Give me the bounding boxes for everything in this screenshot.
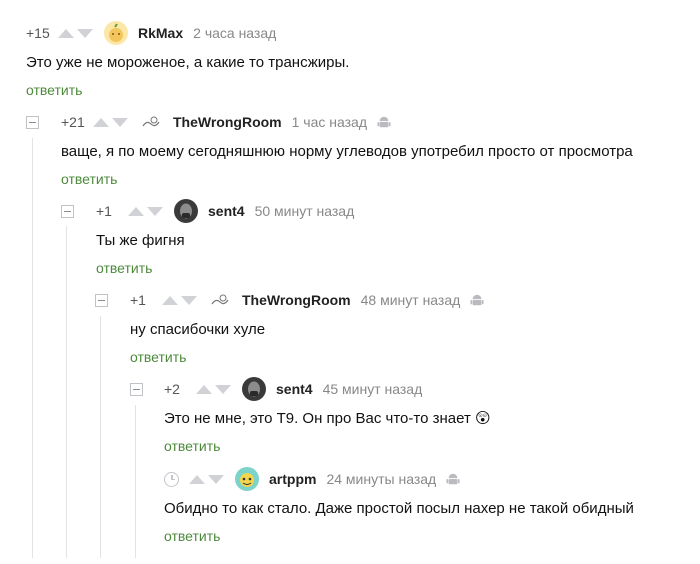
reply-link[interactable]: ответить	[26, 82, 82, 98]
comment-time[interactable]: 1 час назад	[292, 114, 367, 130]
comment-header: +15 RkMax 2 часа назад	[26, 21, 349, 45]
avatar[interactable]	[242, 377, 266, 401]
android-icon	[470, 294, 484, 306]
thread-line-level-2	[66, 226, 67, 558]
comment-time[interactable]: 50 минут назад	[255, 203, 355, 219]
author-name[interactable]: sent4	[208, 203, 245, 219]
reply-link[interactable]: ответить	[164, 438, 220, 454]
comment-rating: +1	[130, 292, 146, 308]
android-icon	[446, 473, 460, 485]
collapse-button[interactable]	[95, 294, 108, 307]
clock-icon	[164, 471, 179, 487]
thread-line-level-4	[135, 405, 136, 558]
avatar-face-icon	[180, 203, 192, 219]
vote-up-icon[interactable]	[93, 117, 109, 127]
avatar-fruit-icon	[109, 23, 123, 42]
comment-header: +1 TheWrongRoom 48 минут назад	[130, 289, 484, 311]
vote-controls	[128, 206, 166, 216]
comment-sent4-2: +2 sent4 45 минут назад Это не мне, это …	[164, 377, 491, 456]
vote-down-icon[interactable]	[208, 474, 224, 484]
comment-rating: +2	[164, 381, 180, 397]
vote-up-icon[interactable]	[189, 474, 205, 484]
vote-up-icon[interactable]	[128, 206, 144, 216]
comment-header: +21 TheWrongRoom 1 час назад	[61, 111, 633, 133]
avatar[interactable]	[208, 288, 232, 312]
comment-sent4-1: +1 sent4 50 минут назад Ты же фигня отве…	[96, 199, 364, 278]
comment-time[interactable]: 45 минут назад	[323, 381, 423, 397]
reply-link[interactable]: ответить	[61, 171, 117, 187]
vote-up-icon[interactable]	[162, 295, 178, 305]
comment-time[interactable]: 24 минуты назад	[326, 471, 436, 487]
vote-up-icon[interactable]	[58, 28, 74, 38]
avatar-sketch-icon	[211, 294, 229, 305]
vote-down-icon[interactable]	[215, 384, 231, 394]
collapse-button[interactable]	[130, 383, 143, 396]
author-name[interactable]: sent4	[276, 381, 313, 397]
vote-controls	[196, 384, 234, 394]
vote-controls	[189, 474, 227, 484]
collapse-button[interactable]	[26, 116, 39, 129]
surprised-emoji-icon: 😲	[475, 410, 491, 427]
reply-link[interactable]: ответить	[130, 349, 186, 365]
comment-text: Это уже не мороженое, а какие то трансжи…	[26, 54, 350, 71]
avatar[interactable]	[139, 110, 163, 134]
comment-rkmax: +15 RkMax 2 часа назад Это уже не мороже…	[26, 21, 350, 100]
comment-thewrongroom-1: +21 TheWrongRoom 1 час назад ваще, я по …	[61, 111, 633, 189]
comment-rating: +15	[26, 25, 50, 41]
vote-down-icon[interactable]	[147, 206, 163, 216]
comment-text: ну спасибочки хуле	[130, 321, 266, 338]
vote-down-icon[interactable]	[77, 28, 93, 38]
vote-down-icon[interactable]	[181, 295, 197, 305]
reply-link[interactable]: ответить	[96, 260, 152, 276]
author-name[interactable]: RkMax	[138, 25, 183, 41]
author-name[interactable]: TheWrongRoom	[173, 114, 282, 130]
comment-header: +2 sent4 45 минут назад	[164, 377, 491, 401]
comment-text-row: Это не мне, это Т9. Он про Вас что-то зн…	[164, 410, 491, 428]
comment-thewrongroom-2: +1 TheWrongRoom 48 минут назад ну спасиб…	[130, 289, 484, 367]
author-name[interactable]: artppm	[269, 471, 316, 487]
vote-up-icon[interactable]	[196, 384, 212, 394]
vote-down-icon[interactable]	[112, 117, 128, 127]
thread-line-level-3	[100, 316, 101, 558]
collapse-button[interactable]	[61, 205, 74, 218]
comment-time[interactable]: 2 часа назад	[193, 25, 276, 41]
comment-header: artppm 24 минуты назад	[164, 467, 634, 491]
comment-header: +1 sent4 50 минут назад	[96, 199, 364, 223]
comment-text: Ты же фигня	[96, 232, 185, 249]
vote-controls	[162, 295, 200, 305]
reply-link[interactable]: ответить	[164, 528, 220, 544]
comment-text: Это не мне, это Т9. Он про Вас что-то зн…	[164, 410, 471, 427]
avatar[interactable]	[235, 467, 259, 491]
avatar[interactable]	[104, 21, 128, 45]
comment-rating: +1	[96, 203, 112, 219]
vote-controls	[58, 28, 96, 38]
thread-line-level-1	[32, 138, 33, 558]
comment-artppm: artppm 24 минуты назад Обидно то как ста…	[164, 467, 634, 546]
comment-rating: +21	[61, 114, 85, 130]
vote-controls	[93, 117, 131, 127]
avatar[interactable]	[174, 199, 198, 223]
avatar-face-icon	[248, 381, 260, 397]
comment-time[interactable]: 48 минут назад	[361, 292, 461, 308]
avatar-sketch-icon	[142, 116, 160, 127]
avatar-cartoon-icon	[240, 473, 254, 487]
author-name[interactable]: TheWrongRoom	[242, 292, 351, 308]
android-icon	[377, 116, 391, 128]
comment-text: Обидно то как стало. Даже простой посыл …	[164, 500, 634, 517]
comment-text: ваще, я по моему сегодняшнюю норму углев…	[61, 143, 633, 160]
